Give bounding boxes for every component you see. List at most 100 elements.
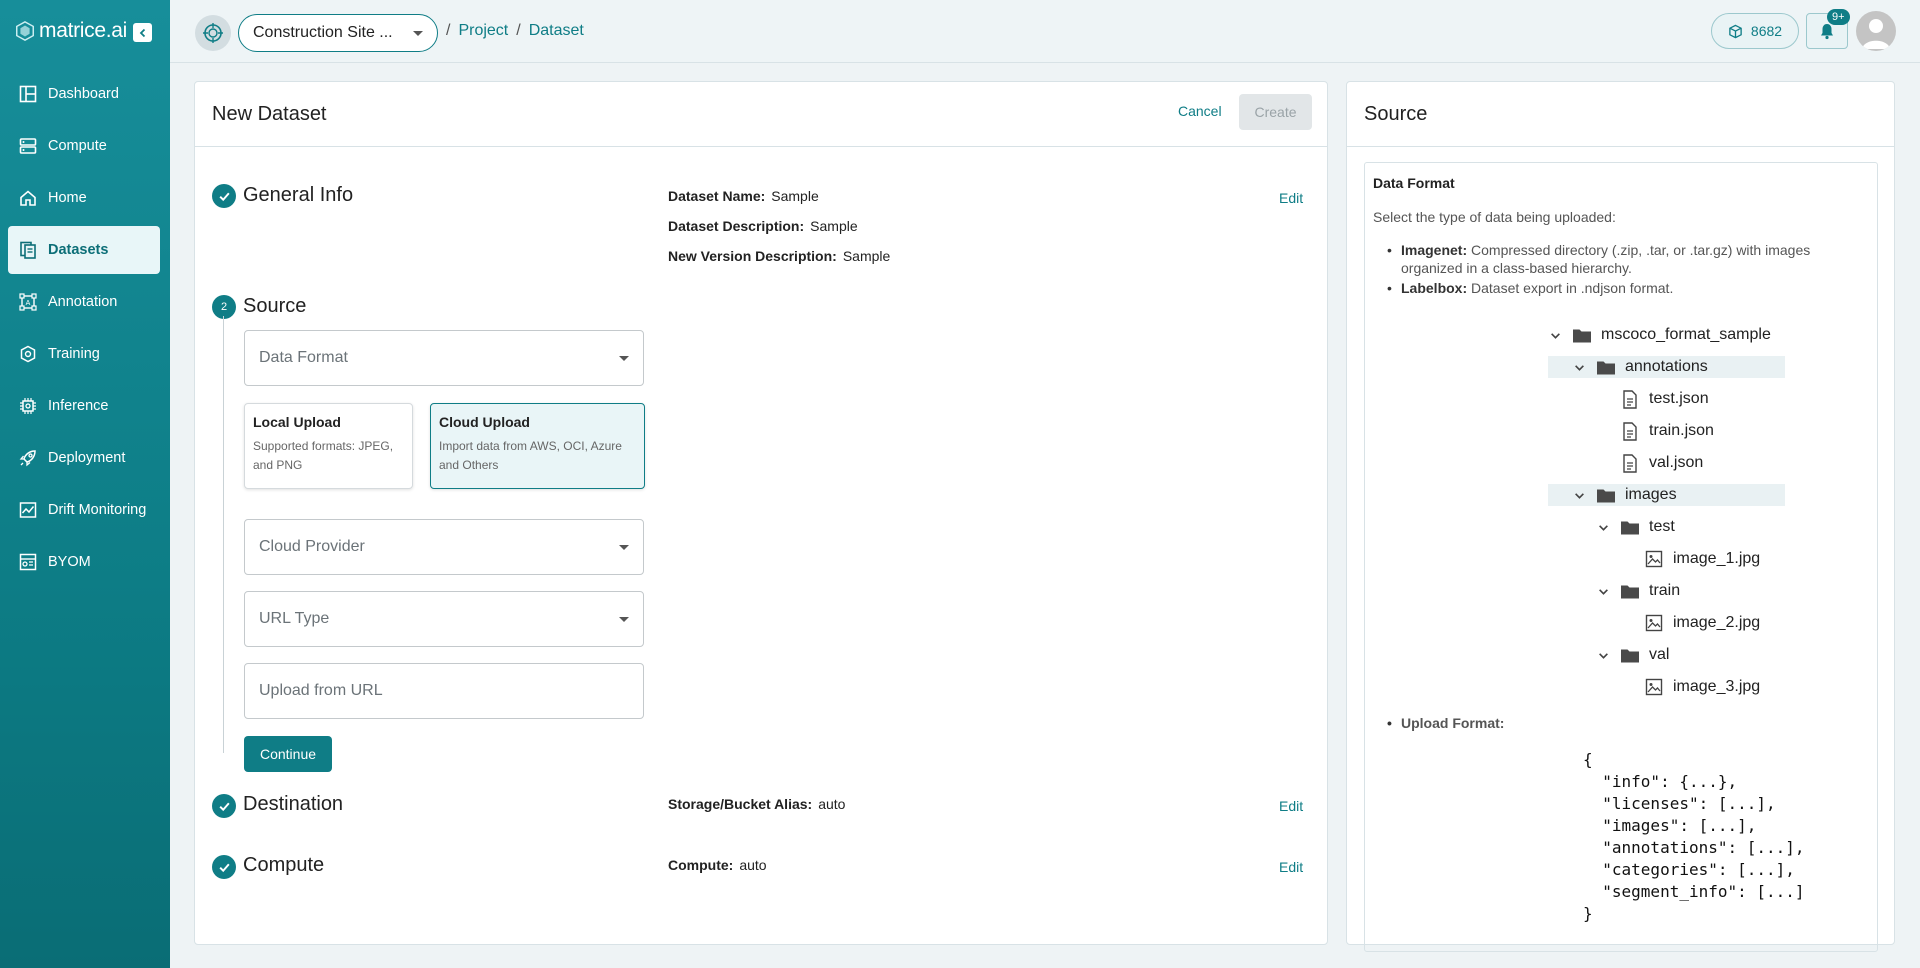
tree-node-label: val (1649, 646, 1670, 663)
step-general-info-title: General Info (243, 184, 354, 206)
cloud-upload-option[interactable]: Cloud Upload Import data from AWS, OCI, … (430, 403, 645, 489)
format-list: Imagenet: Compressed directory (.zip, .t… (1387, 241, 1851, 299)
image-file-icon (1644, 550, 1664, 568)
chevron-left-icon (139, 28, 145, 37)
edit-destination-link[interactable]: Edit (1279, 798, 1303, 814)
cancel-button[interactable]: Cancel (1178, 103, 1222, 119)
topbar: Construction Site ... / Project / Datase… (170, 0, 1920, 63)
tree-node-train[interactable]: train (1596, 580, 1680, 602)
tree-node-label: image_1.jpg (1673, 550, 1761, 567)
project-icon[interactable] (195, 15, 231, 51)
version-description-label: New Version Description: (668, 248, 837, 264)
tree-node-file[interactable]: image_3.jpg (1644, 676, 1760, 698)
credits-button[interactable]: 8682 (1711, 13, 1799, 49)
edit-compute-link[interactable]: Edit (1279, 859, 1303, 875)
chart-icon (18, 500, 38, 520)
folder-icon (1572, 326, 1592, 344)
data-format-help: Data Format Select the type of data bein… (1364, 162, 1878, 952)
sidebar-item-inference[interactable]: Inference (8, 382, 160, 430)
sidebar-item-byom[interactable]: BYOM (8, 538, 160, 586)
annotation-icon: A (18, 292, 38, 312)
collapse-sidebar-button[interactable] (133, 23, 152, 42)
tree-node-test[interactable]: test (1596, 516, 1675, 538)
notification-badge: 9+ (1827, 9, 1850, 25)
compute-value: auto (739, 857, 767, 873)
caret-down-icon (619, 356, 629, 361)
sidebar-item-dashboard[interactable]: Dashboard (8, 70, 160, 118)
step-destination-title: Destination (243, 793, 344, 815)
sidebar: matrice.ai Dashboard Compute Home Datase… (0, 0, 170, 968)
tree-node-file[interactable]: val.json (1620, 452, 1703, 474)
tree-node-label: test (1649, 518, 1675, 535)
server-icon (18, 136, 38, 156)
sidebar-item-label: Home (48, 190, 87, 206)
cloud-provider-select[interactable]: Cloud Provider (244, 519, 644, 575)
sidebar-item-training[interactable]: Training (8, 330, 160, 378)
sidebar-item-drift-monitoring[interactable]: Drift Monitoring (8, 486, 160, 534)
chevron-down-icon (1596, 520, 1610, 534)
dataset-description-value: Sample (810, 218, 858, 234)
dataset-name-row: Dataset Name: Sample (668, 188, 819, 204)
tree-node-file[interactable]: image_1.jpg (1644, 548, 1760, 570)
folder-icon (1620, 646, 1640, 664)
dataset-name-label: Dataset Name: (668, 188, 766, 204)
dataset-description-row: Dataset Description: Sample (668, 218, 858, 234)
step-compute-title: Compute (243, 854, 325, 876)
project-select[interactable]: Construction Site ... (238, 14, 438, 52)
url-type-select[interactable]: URL Type (244, 591, 644, 647)
breadcrumb-dataset[interactable]: Dataset (529, 22, 584, 40)
breadcrumb-project[interactable]: Project (458, 22, 508, 40)
check-circle-icon (212, 184, 236, 208)
matrice-logo-icon (16, 20, 34, 42)
file-icon (1620, 389, 1640, 409)
labelbox-description: Dataset export in .ndjson format. (1471, 280, 1674, 296)
data-format-description: Select the type of data being uploaded: (1373, 209, 1616, 225)
new-dataset-card: New Dataset Cancel Create General Info D… (194, 81, 1328, 945)
sidebar-item-deployment[interactable]: Deployment (8, 434, 160, 482)
step-number-badge: 2 (212, 295, 236, 319)
sidebar-item-home[interactable]: Home (8, 174, 160, 222)
brand[interactable]: matrice.ai (14, 18, 127, 44)
storage-alias-label: Storage/Bucket Alias: (668, 796, 813, 812)
page-title: New Dataset (212, 103, 327, 125)
upload-url-input[interactable]: Upload from URL (244, 663, 644, 719)
create-button[interactable]: Create (1239, 94, 1312, 130)
project-select-value: Construction Site ... (253, 24, 393, 41)
tree-node-file[interactable]: train.json (1620, 420, 1714, 442)
cloud-upload-description: Import data from AWS, OCI, Azure and Oth… (439, 439, 622, 472)
cloud-upload-title: Cloud Upload (439, 414, 530, 430)
sidebar-item-datasets[interactable]: Datasets (8, 226, 160, 274)
tree-node-annotations[interactable]: annotations (1548, 356, 1785, 378)
caret-down-icon (619, 545, 629, 550)
home-icon (18, 188, 38, 208)
dataset-description-label: Dataset Description: (668, 218, 805, 234)
sidebar-item-compute[interactable]: Compute (8, 122, 160, 170)
data-format-heading: Data Format (1373, 175, 1455, 191)
tree-node-root[interactable]: mscoco_format_sample (1548, 324, 1771, 346)
file-icon (1620, 421, 1640, 441)
folder-icon (1596, 358, 1616, 376)
tree-node-val[interactable]: val (1596, 644, 1669, 666)
imagenet-label: Imagenet: (1401, 242, 1468, 258)
chevron-down-icon (1572, 488, 1586, 502)
datasets-icon (18, 240, 38, 260)
credits-value: 8682 (1750, 23, 1783, 39)
tree-node-file[interactable]: image_2.jpg (1644, 612, 1760, 634)
tree-node-label: annotations (1625, 358, 1708, 375)
continue-button[interactable]: Continue (244, 736, 332, 772)
tree-node-file[interactable]: test.json (1620, 388, 1709, 410)
local-upload-option[interactable]: Local Upload Supported formats: JPEG, an… (244, 403, 413, 489)
data-format-select[interactable]: Data Format (244, 330, 644, 386)
avatar[interactable] (1856, 11, 1896, 51)
tree-node-label: image_3.jpg (1673, 678, 1761, 695)
version-description-value: Sample (842, 248, 891, 264)
upload-format-code: { "info": {...}, "licenses": [...], "ima… (1583, 750, 1805, 923)
target-icon (203, 23, 223, 43)
edit-general-info-link[interactable]: Edit (1279, 190, 1303, 206)
labelbox-label: Labelbox: (1401, 280, 1468, 296)
list-item: Labelbox: Dataset export in .ndjson form… (1387, 279, 1851, 297)
sidebar-item-annotation[interactable]: A Annotation (8, 278, 160, 326)
tree-node-label: test.json (1649, 390, 1709, 407)
breadcrumb: / Project / Dataset (446, 22, 584, 40)
tree-node-images[interactable]: images (1548, 484, 1785, 506)
